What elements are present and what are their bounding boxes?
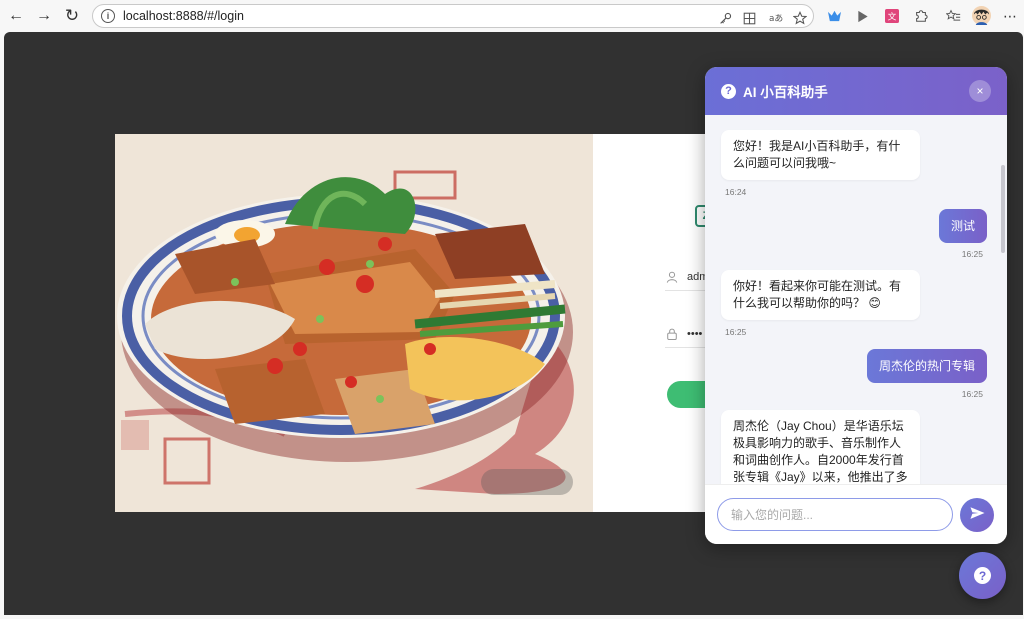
favorites-list-icon[interactable] xyxy=(945,8,961,24)
password-value: •••• xyxy=(687,327,703,340)
chat-input-area xyxy=(705,484,1007,544)
chat-scrollbar[interactable] xyxy=(1001,165,1005,253)
key-icon[interactable] xyxy=(717,10,733,26)
user-icon xyxy=(665,270,679,284)
message-time: 16:24 xyxy=(725,187,747,197)
chat-toggle-button[interactable]: ? xyxy=(959,552,1006,599)
login-card: Z adm •••• xyxy=(115,134,755,512)
profile-avatar[interactable] xyxy=(972,6,991,25)
extension-play-icon[interactable] xyxy=(855,8,871,24)
user-message: 测试 xyxy=(938,209,987,243)
help-icon: ? xyxy=(721,83,736,99)
send-button[interactable] xyxy=(960,498,994,532)
extension-bird-icon[interactable] xyxy=(826,8,842,24)
reload-icon[interactable]: ↻ xyxy=(61,5,83,27)
svg-text:aあ: aあ xyxy=(769,13,783,24)
message-time: 16:25 xyxy=(961,249,983,259)
address-url[interactable]: localhost:8888/#/login xyxy=(123,9,244,23)
bot-message: 你好！看起来你可能在测试。有什么我可以帮助你的吗？ 😊 xyxy=(721,270,920,320)
svg-text:文: 文 xyxy=(888,11,897,23)
message-time: 16:25 xyxy=(725,327,747,337)
site-info-icon[interactable]: i xyxy=(101,9,115,23)
browser-menu-icon[interactable]: ⋯ xyxy=(999,5,1021,27)
ai-chat-panel: ? AI 小百科助手 × 您好！我是AI小百科助手，有什么问题可以问我哦~ 16… xyxy=(705,67,1007,544)
close-chat-button[interactable]: × xyxy=(969,80,991,102)
help-icon: ? xyxy=(974,567,991,584)
app-grid-icon[interactable] xyxy=(741,10,757,26)
browser-toolbar: ← → ↻ i localhost:8888/#/login aあ 文 ⋯ xyxy=(0,0,1024,32)
send-icon xyxy=(969,506,985,525)
chat-title: AI 小百科助手 xyxy=(743,85,828,100)
lock-icon xyxy=(665,327,679,341)
extension-translate-icon[interactable]: 文 xyxy=(884,8,900,24)
food-illustration xyxy=(115,134,593,512)
chat-header: ? AI 小百科助手 × xyxy=(705,67,1007,115)
bot-message: 您好！我是AI小百科助手，有什么问题可以问我哦~ xyxy=(721,130,920,180)
forward-icon[interactable]: → xyxy=(33,5,55,27)
extensions-puzzle-icon[interactable] xyxy=(913,8,929,24)
user-message: 周杰伦的热门专辑 xyxy=(866,349,987,383)
favorite-star-icon[interactable] xyxy=(792,10,808,26)
chat-messages[interactable]: 您好！我是AI小百科助手，有什么问题可以问我哦~ 16:24 测试 16:25 … xyxy=(705,115,1007,484)
back-icon[interactable]: ← xyxy=(5,5,27,27)
image-overlay-pill xyxy=(481,469,573,495)
chat-question-input[interactable] xyxy=(717,498,953,531)
bot-message: 周杰伦（Jay Chou）是华语乐坛极具影响力的歌手、音乐制作人和词曲创作人。自… xyxy=(721,410,920,484)
message-time: 16:25 xyxy=(961,389,983,399)
address-bar[interactable]: i localhost:8888/#/login aあ xyxy=(92,4,814,28)
read-aloud-icon[interactable]: aあ xyxy=(767,10,787,26)
